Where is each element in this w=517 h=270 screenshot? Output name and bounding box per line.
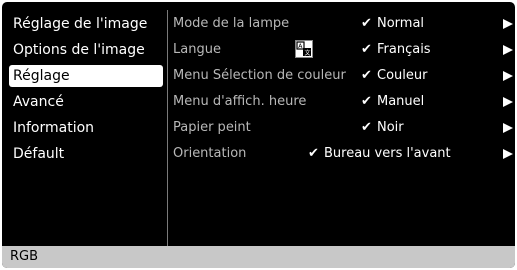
sidebar-item-reglage[interactable]: Réglage	[9, 65, 163, 87]
sidebar-item-avance[interactable]: Avancé	[9, 91, 163, 113]
right-arrow-icon[interactable]	[503, 19, 513, 29]
checkmark-icon: ✔	[361, 120, 372, 135]
right-arrow-icon[interactable]	[503, 71, 513, 81]
checkmark-icon: ✔	[361, 42, 372, 57]
setting-wallpaper[interactable]: Papier peint ✔ Noir	[173, 117, 513, 139]
setting-orientation[interactable]: Orientation ✔ Bureau vers l'avant	[173, 143, 513, 165]
svg-text:文: 文	[305, 49, 311, 57]
checkmark-icon: ✔	[361, 94, 372, 109]
setting-value: Noir	[377, 120, 404, 135]
setting-color-select[interactable]: Menu Sélection de couleur ✔ Couleur	[173, 65, 513, 87]
setting-value: Français	[377, 42, 431, 57]
setting-label: Papier peint	[173, 120, 251, 135]
setting-label: Langue	[173, 42, 221, 57]
sidebar-item-information[interactable]: Information	[9, 117, 163, 139]
right-arrow-icon[interactable]	[503, 97, 513, 107]
setting-label: Menu Sélection de couleur	[173, 68, 346, 83]
divider	[167, 10, 168, 246]
checkmark-icon: ✔	[308, 146, 319, 161]
setting-value: Couleur	[377, 68, 428, 83]
sidebar-item-options-image[interactable]: Options de l'image	[9, 39, 163, 61]
setting-time-display[interactable]: Menu d'affich. heure ✔ Manuel	[173, 91, 513, 113]
checkmark-icon: ✔	[361, 16, 372, 31]
setting-lamp-mode[interactable]: Mode de la lampe ✔ Normal	[173, 13, 513, 35]
right-arrow-icon[interactable]	[503, 45, 513, 55]
input-source-label: RGB	[10, 249, 39, 264]
setting-value: Bureau vers l'avant	[324, 146, 451, 161]
right-arrow-icon[interactable]	[503, 123, 513, 133]
checkmark-icon: ✔	[361, 68, 372, 83]
setting-label: Mode de la lampe	[173, 16, 290, 31]
setting-language[interactable]: Langue A 文 ✔ Français	[173, 39, 513, 61]
status-bar: RGB	[2, 246, 515, 268]
setting-value: Manuel	[377, 94, 425, 109]
sidebar-item-defaut[interactable]: Défault	[9, 143, 163, 165]
sidebar: Réglage de l'image Options de l'image Ré…	[2, 2, 167, 246]
right-arrow-icon[interactable]	[503, 149, 513, 159]
setting-value: Normal	[377, 16, 425, 31]
sidebar-item-reglage-image[interactable]: Réglage de l'image	[9, 13, 163, 35]
setting-label: Orientation	[173, 146, 247, 161]
language-icon: A 文	[295, 40, 313, 58]
osd-menu: Réglage de l'image Options de l'image Ré…	[2, 2, 515, 268]
setting-label: Menu d'affich. heure	[173, 94, 307, 109]
